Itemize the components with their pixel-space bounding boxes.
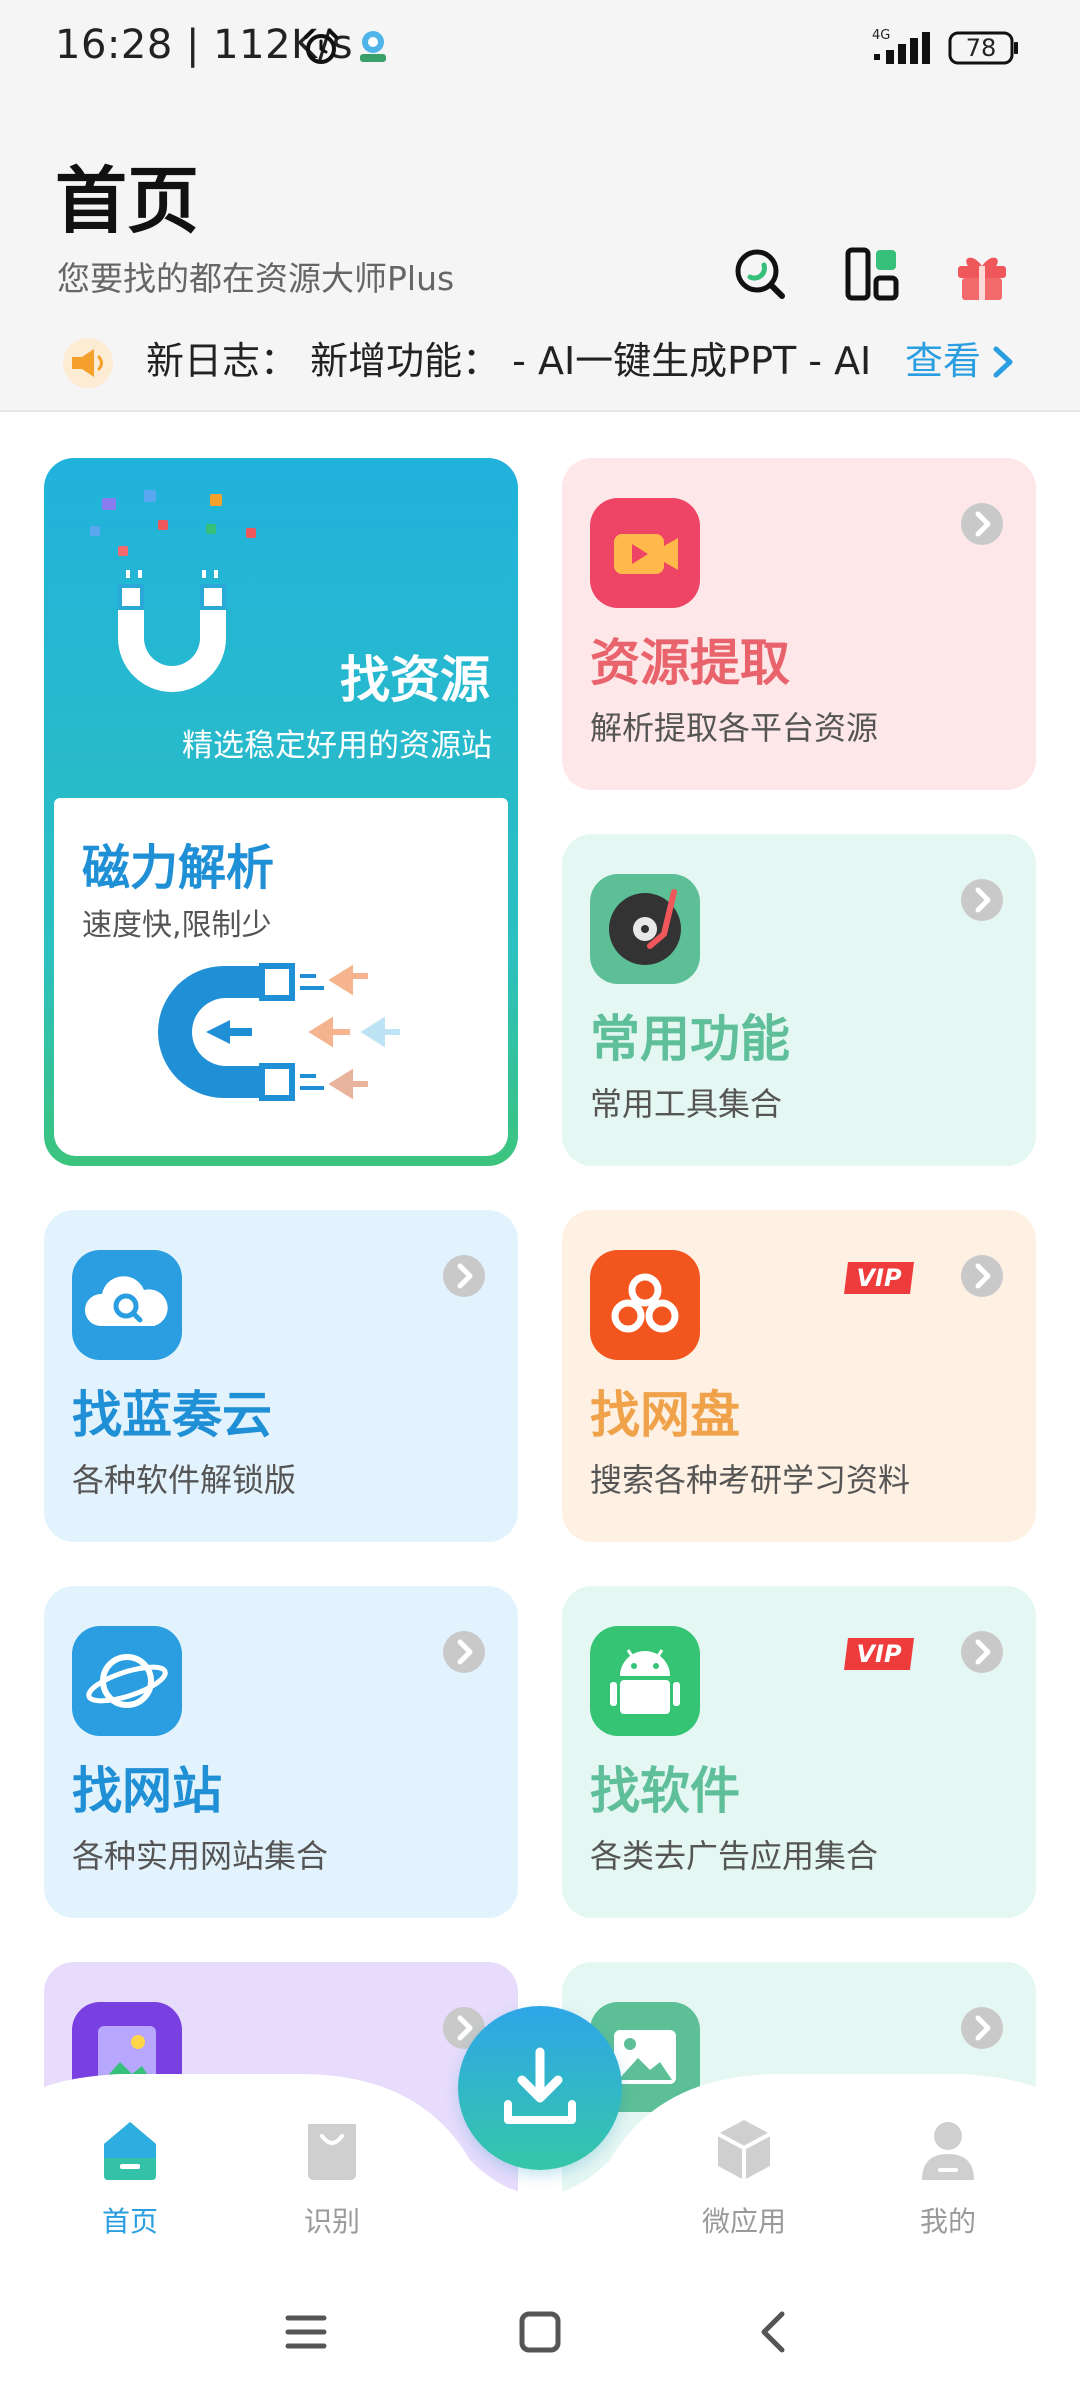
chevron-right-icon[interactable] — [960, 878, 1004, 922]
magnet-pull-icon — [158, 963, 400, 1101]
card-subtitle: 各类去广告应用集合 — [590, 1837, 879, 1875]
nav-label-micro-apps: 微应用 — [701, 2205, 786, 2238]
header-divider — [0, 410, 1080, 412]
menu-icon[interactable] — [282, 2308, 330, 2356]
user-icon — [922, 2122, 974, 2180]
find-resources-subtitle: 精选稳定好用的资源站 — [182, 728, 492, 764]
magnet-parse-title: 磁力解析 — [82, 840, 275, 896]
bag-icon — [308, 2124, 356, 2180]
search-icon[interactable] — [730, 244, 790, 304]
android-icon — [590, 1626, 700, 1736]
vinyl-record-icon — [590, 874, 700, 984]
common-functions-card[interactable]: 常用功能 常用工具集合 — [562, 834, 1036, 1166]
changelog-view-link[interactable]: 查看 — [905, 333, 981, 389]
chevron-right-icon[interactable] — [442, 1254, 486, 1298]
nav-item-recognize[interactable]: 识别 — [252, 2118, 412, 2248]
vip-badge: VIP — [842, 1636, 916, 1672]
nav-label-profile: 我的 — [919, 2205, 976, 2238]
header: 首页 您要找的都在资源大师Plus 新日志： 新增功能： - AI一键生成PPT… — [0, 100, 1080, 412]
magnet-parse-section[interactable]: 磁力解析 速度快,限制少 — [54, 798, 508, 1156]
app-notify-icon — [360, 31, 386, 62]
changelog-bar[interactable]: 新日志： 新增功能： - AI一键生成PPT - AI 查看 — [0, 315, 1080, 395]
card-subtitle: 搜索各种考研学习资料 — [590, 1461, 911, 1499]
vip-badge-label: VIP — [856, 1264, 902, 1292]
back-icon[interactable] — [750, 2308, 798, 2356]
chevron-right-icon[interactable] — [960, 1254, 1004, 1298]
card-subtitle: 各种软件解锁版 — [72, 1461, 297, 1499]
page-title: 首页 — [55, 159, 200, 243]
chevron-right-icon[interactable] — [960, 1630, 1004, 1674]
find-lanzou-card[interactable]: 找蓝奏云 各种软件解锁版 — [44, 1210, 518, 1542]
planet-icon — [72, 1626, 182, 1736]
download-button[interactable] — [458, 2006, 622, 2170]
chevron-right-icon[interactable] — [960, 2006, 1004, 2050]
download-icon — [504, 2047, 576, 2124]
card-title: 常用功能 — [590, 1010, 790, 1068]
signal-icon — [874, 32, 930, 64]
home-square-icon[interactable] — [516, 2308, 564, 2356]
find-resources-card[interactable]: 找资源 精选稳定好用的资源站 磁力解析 速度快,限制少 — [44, 458, 518, 1166]
page-subtitle: 您要找的都在资源大师Plus — [57, 259, 455, 298]
nav-item-profile[interactable]: 我的 — [868, 2118, 1028, 2248]
alarm-icon — [304, 29, 338, 64]
layout-grid-icon[interactable] — [842, 244, 902, 304]
card-subtitle: 解析提取各平台资源 — [590, 709, 879, 747]
nav-label-home: 首页 — [101, 2205, 158, 2238]
battery-level: 78 — [965, 34, 997, 62]
find-resources-section[interactable]: 找资源 精选稳定好用的资源站 — [44, 458, 518, 798]
chevron-right-icon[interactable] — [442, 1630, 486, 1674]
cloud-search-icon — [72, 1250, 182, 1360]
card-subtitle: 常用工具集合 — [590, 1085, 783, 1123]
find-netdisk-card[interactable]: VIP 找网盘 搜索各种考研学习资料 — [562, 1210, 1036, 1542]
find-website-card[interactable]: 找网站 各种实用网站集合 — [44, 1586, 518, 1918]
find-resources-title: 找资源 — [340, 651, 490, 709]
find-software-card[interactable]: VIP 找软件 各类去广告应用集合 — [562, 1586, 1036, 1918]
changelog-text: 新日志： 新增功能： - AI一键生成PPT - AI — [146, 339, 872, 383]
megaphone-icon — [63, 338, 113, 388]
gift-icon[interactable] — [952, 244, 1012, 304]
card-title: 资源提取 — [590, 634, 790, 692]
card-title: 找蓝奏云 — [72, 1386, 272, 1444]
card-title: 找网站 — [72, 1762, 222, 1820]
card-subtitle: 各种实用网站集合 — [72, 1837, 329, 1875]
home-icon — [104, 2122, 156, 2180]
card-title: 找网盘 — [590, 1386, 740, 1444]
cube-icon — [717, 2120, 771, 2180]
card-title: 找软件 — [590, 1762, 740, 1820]
nav-item-micro-apps[interactable]: 微应用 — [664, 2118, 824, 2248]
status-bar: 16:28 | 112K/s 4G 78 — [0, 0, 1080, 100]
chevron-right-icon[interactable] — [990, 345, 1016, 379]
system-navigation-bar — [0, 2280, 1080, 2400]
vip-badge-label: VIP — [856, 1640, 902, 1668]
video-icon — [590, 498, 700, 608]
resource-extract-card[interactable]: 资源提取 解析提取各平台资源 — [562, 458, 1036, 790]
nav-item-home[interactable]: 首页 — [50, 2118, 210, 2248]
nav-label-recognize: 识别 — [303, 2205, 360, 2238]
vip-badge: VIP — [842, 1260, 916, 1296]
magnet-parse-subtitle: 速度快,限制少 — [82, 908, 272, 943]
netdisk-icon — [590, 1250, 700, 1360]
chevron-right-icon[interactable] — [960, 502, 1004, 546]
magnet-icon — [90, 490, 256, 692]
